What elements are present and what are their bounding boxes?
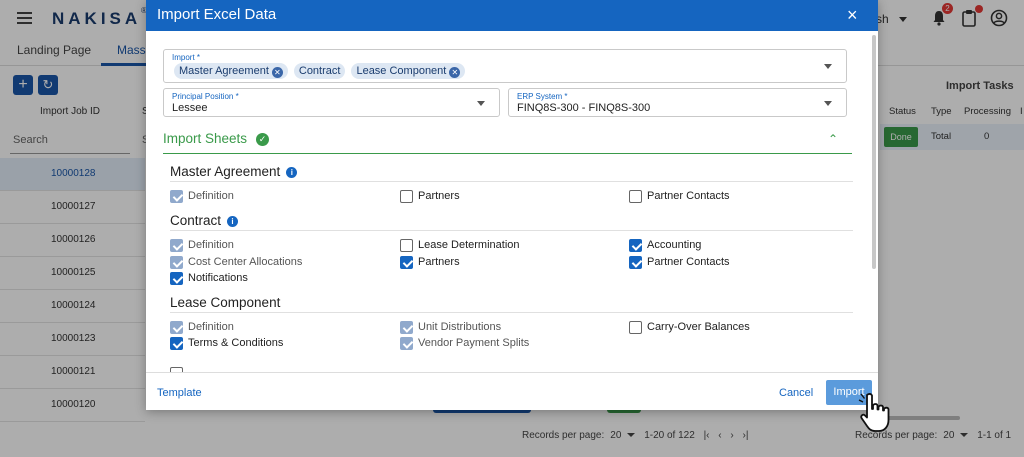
checkbox-icon bbox=[170, 272, 183, 285]
section-divider bbox=[170, 230, 853, 231]
import-sheets-title[interactable]: Import Sheets bbox=[163, 131, 247, 146]
chevron-down-icon bbox=[824, 100, 832, 106]
checkbox-icon bbox=[170, 239, 183, 252]
chip-list: Master Agreement ✕ Contract Lease Compone… bbox=[174, 63, 471, 79]
section-title-lease-component: Lease Component bbox=[170, 295, 281, 310]
hand-pointer-icon bbox=[858, 393, 890, 432]
principal-position-value: Lessee bbox=[172, 102, 208, 114]
check-circle-icon: ✓ bbox=[256, 133, 269, 146]
checkbox-icon bbox=[629, 239, 642, 252]
checkbox-icon bbox=[629, 190, 642, 203]
chip-lease-component: Lease Component ✕ bbox=[351, 63, 466, 79]
checkbox-icon bbox=[400, 337, 413, 350]
chevron-down-icon bbox=[477, 100, 485, 106]
dialog-footer: Template Cancel Import bbox=[146, 372, 878, 410]
sheets-divider bbox=[163, 153, 852, 154]
section-title-contract: Contract i bbox=[170, 213, 239, 228]
checkbox-icon bbox=[170, 190, 183, 203]
dialog-title: Import Excel Data bbox=[157, 6, 277, 23]
erp-system-label: ERP System * bbox=[517, 92, 568, 101]
vertical-scrollbar[interactable] bbox=[872, 35, 876, 269]
checkbox-icon bbox=[170, 321, 183, 334]
section-title-master-agreement: Master Agreement i bbox=[170, 164, 298, 179]
checkbox-icon bbox=[170, 256, 183, 269]
erp-system-value: FINQ8S-300 - FINQ8S-300 bbox=[517, 102, 651, 114]
cancel-button[interactable]: Cancel bbox=[779, 387, 813, 399]
erp-system-select[interactable]: ERP System * FINQ8S-300 - FINQ8S-300 bbox=[508, 88, 847, 117]
principal-position-label: Principal Position * bbox=[172, 92, 239, 101]
close-icon[interactable]: × bbox=[847, 4, 858, 26]
principal-position-select[interactable]: Principal Position * Lessee bbox=[163, 88, 500, 117]
chevron-up-icon[interactable]: ⌃ bbox=[828, 132, 838, 146]
checkbox-icon bbox=[629, 256, 642, 269]
checkbox-icon bbox=[400, 256, 413, 269]
remove-chip-icon[interactable]: ✕ bbox=[271, 67, 283, 78]
import-excel-dialog: Import Excel Data × Import * Master Agre… bbox=[146, 0, 878, 410]
checkbox-icon bbox=[400, 239, 413, 252]
chevron-down-icon bbox=[824, 64, 832, 69]
info-icon[interactable]: i bbox=[227, 216, 239, 227]
checkbox-icon bbox=[400, 321, 413, 334]
checkbox-icon bbox=[629, 321, 642, 334]
import-type-label: Import * bbox=[172, 53, 201, 62]
section-divider bbox=[170, 312, 853, 313]
info-icon[interactable]: i bbox=[286, 167, 298, 178]
remove-chip-icon[interactable]: ✕ bbox=[449, 67, 461, 78]
dialog-header: Import Excel Data × bbox=[146, 0, 878, 31]
dialog-body: Import * Master Agreement ✕ Contract Leas… bbox=[146, 31, 878, 372]
section-divider bbox=[170, 181, 853, 182]
chip-contract: Contract bbox=[293, 63, 346, 79]
import-type-select[interactable]: Import * Master Agreement ✕ Contract Leas… bbox=[163, 49, 847, 83]
template-link[interactable]: Template bbox=[157, 387, 202, 399]
checkbox-icon bbox=[400, 190, 413, 203]
chip-master-agreement: Master Agreement ✕ bbox=[174, 63, 288, 79]
checkbox-icon bbox=[170, 337, 183, 350]
